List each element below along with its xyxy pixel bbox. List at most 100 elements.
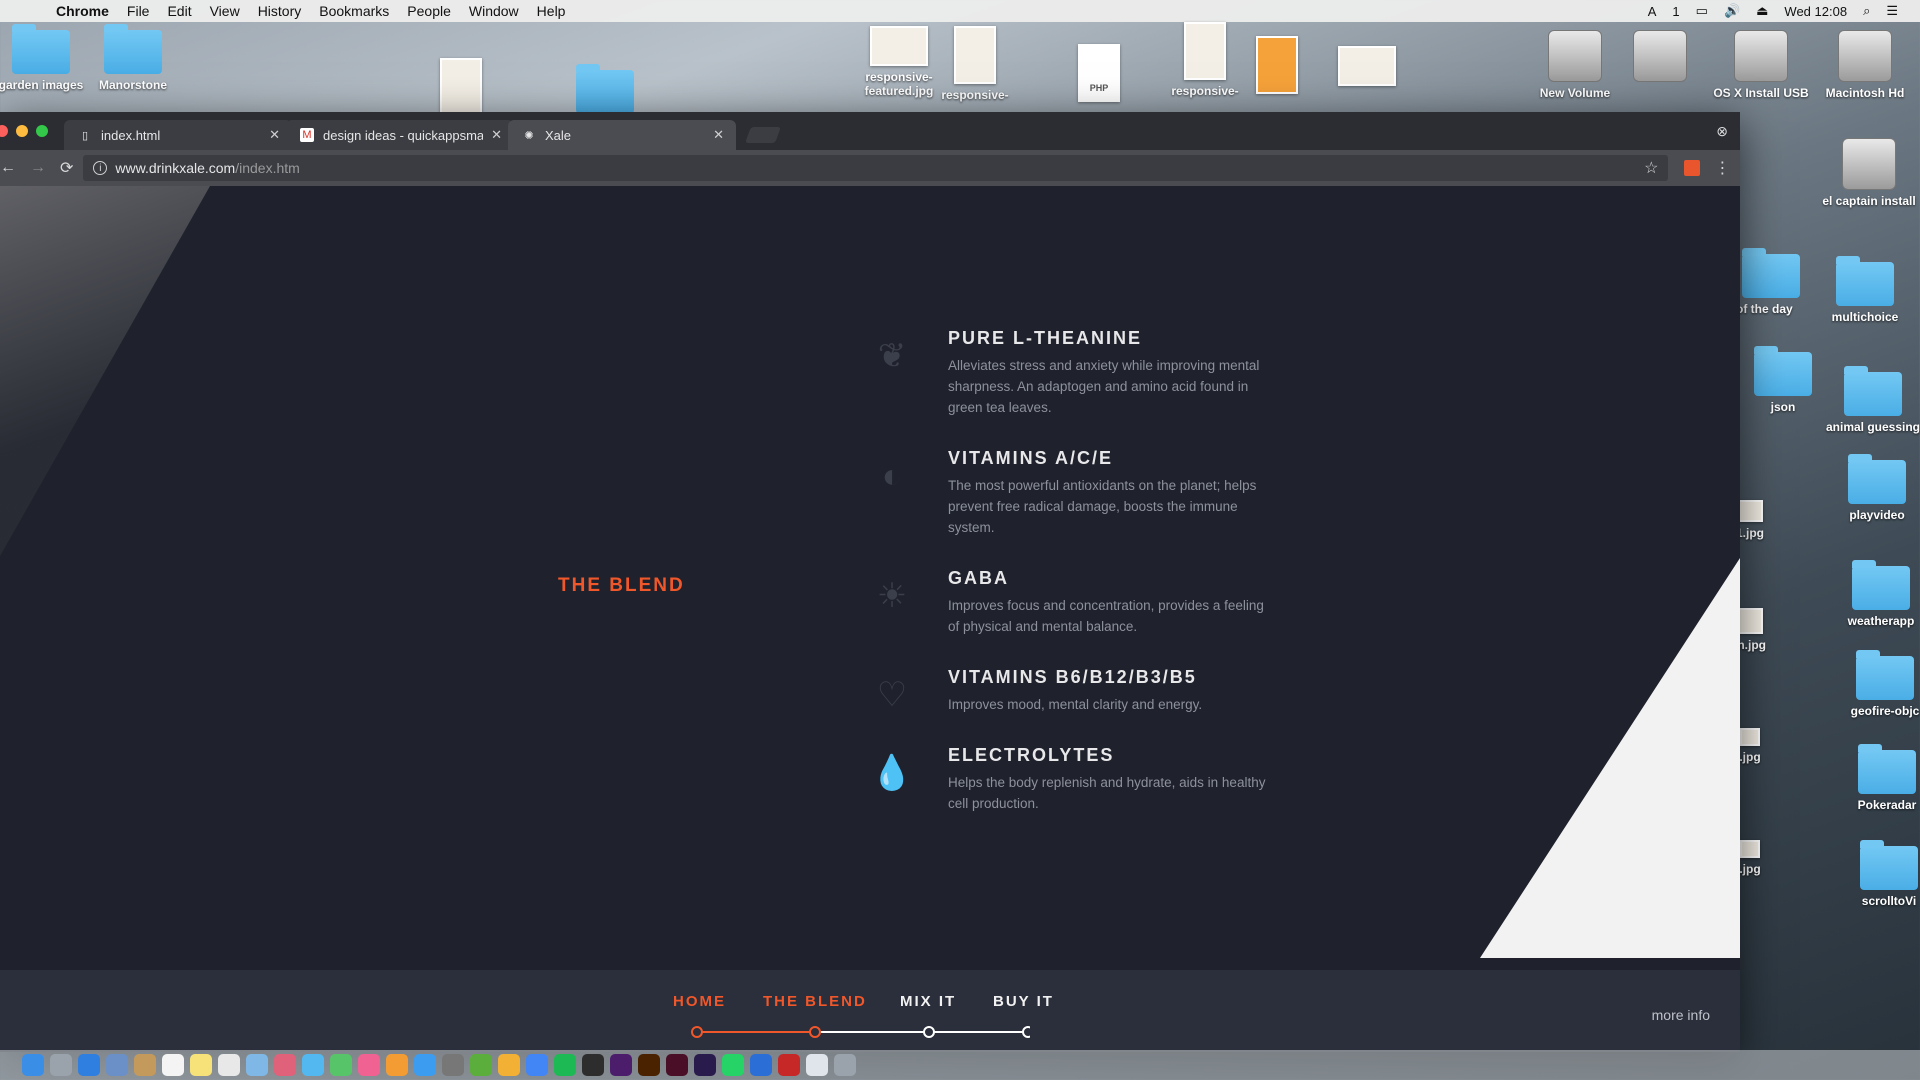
address-bar[interactable]: i www.drinkxale.com /index.htm ☆	[83, 155, 1669, 181]
desktop-drive[interactable]: el captain install	[1814, 138, 1920, 208]
launchpad-icon[interactable]	[50, 1054, 72, 1076]
whatsapp-icon[interactable]	[722, 1054, 744, 1076]
desktop-item-label: Macintosh Hd	[1825, 86, 1905, 100]
desktop-file[interactable]	[1312, 46, 1422, 90]
utorrent-icon[interactable]	[470, 1054, 492, 1076]
bookmark-star-icon[interactable]: ☆	[1644, 158, 1658, 178]
nav-mix-it[interactable]: MIX IT	[900, 993, 956, 1010]
menu-edit[interactable]: Edit	[167, 3, 191, 19]
incognito-icon[interactable]: ⊗	[1716, 123, 1728, 140]
desktop-folder[interactable]: multichoice	[1810, 256, 1920, 324]
tab-close-icon[interactable]: ✕	[491, 127, 502, 143]
menu-help[interactable]: Help	[537, 3, 566, 19]
menu-file[interactable]: File	[127, 3, 150, 19]
itunes-icon[interactable]	[358, 1054, 380, 1076]
notification-center-icon[interactable]: ☰	[1886, 3, 1898, 19]
maps-icon[interactable]	[246, 1054, 268, 1076]
desktop-item-label: garden images	[0, 78, 84, 92]
adobe-icon[interactable]: A	[1648, 4, 1657, 19]
menubar-status-area: A 1 ▭ 🔊 ⏏ Wed 12:08 ⌕ ☰	[1648, 3, 1898, 19]
menu-bookmarks[interactable]: Bookmarks	[319, 3, 389, 19]
chrome-icon[interactable]	[526, 1054, 548, 1076]
extension-icon[interactable]	[1684, 160, 1701, 176]
desktop-folder[interactable]	[550, 64, 660, 118]
hard-drive-icon	[1633, 30, 1687, 82]
trash-icon[interactable]	[834, 1054, 856, 1076]
desktop-item-label: OS X Install USB	[1713, 86, 1809, 100]
tab-close-icon[interactable]: ✕	[269, 127, 280, 143]
desktop-folder[interactable]: scrolltoVi	[1834, 840, 1920, 908]
minimize-window-button[interactable]	[16, 125, 28, 137]
menu-app-name[interactable]: Chrome	[56, 3, 109, 19]
app-store-icon[interactable]	[414, 1054, 436, 1076]
info-icon[interactable]: i	[93, 161, 108, 175]
illustrator-icon[interactable]	[638, 1054, 660, 1076]
forward-icon[interactable]: →	[30, 159, 46, 177]
desktop-folder[interactable]: geofire-objc	[1830, 650, 1920, 718]
clock[interactable]: Wed 12:08	[1784, 4, 1847, 19]
desktop-drive[interactable]: OS X Install USB	[1706, 30, 1816, 100]
desktop-drive[interactable]: Macintosh Hd	[1810, 30, 1920, 100]
airplay-icon[interactable]: ▭	[1696, 3, 1708, 19]
desktop-drive[interactable]	[1605, 30, 1715, 86]
reload-icon[interactable]: ⟳	[60, 158, 73, 178]
photos-icon[interactable]	[274, 1054, 296, 1076]
volume-icon[interactable]: 🔊	[1724, 3, 1740, 19]
nav-home[interactable]: HOME	[673, 993, 726, 1010]
spotify-icon[interactable]	[554, 1054, 576, 1076]
menu-history[interactable]: History	[258, 3, 302, 19]
eject-icon[interactable]: ⏏	[1756, 3, 1768, 19]
messages-icon[interactable]	[302, 1054, 324, 1076]
system-preferences-icon[interactable]	[442, 1054, 464, 1076]
tab-index-html[interactable]: ▯ index.html ✕	[64, 120, 292, 150]
tab-xale[interactable]: ✺ Xale ✕	[508, 120, 736, 150]
menu-kebab-icon[interactable]: ⋮	[1714, 158, 1730, 178]
indesign-icon[interactable]	[666, 1054, 688, 1076]
desktop-folder[interactable]: Pokeradar	[1832, 744, 1920, 812]
zoom-window-button[interactable]	[36, 125, 48, 137]
vscode-icon[interactable]	[750, 1054, 772, 1076]
premiere-icon[interactable]	[610, 1054, 632, 1076]
progress-dot-buy-it[interactable]	[1022, 1026, 1030, 1038]
back-icon[interactable]: ←	[0, 159, 16, 177]
contacts-icon[interactable]	[134, 1054, 156, 1076]
feature-item: ◐ VITAMINS A/C/E The most powerful antio…	[864, 448, 1384, 538]
close-window-button[interactable]	[0, 125, 8, 137]
mail-icon[interactable]	[106, 1054, 128, 1076]
nav-the-blend[interactable]: THE BLEND	[763, 993, 867, 1010]
desktop-file[interactable]: responsive-	[920, 26, 1030, 102]
menu-people[interactable]: People	[407, 3, 451, 19]
spotlight-icon[interactable]: ⌕	[1863, 3, 1870, 19]
desktop-folder[interactable]: animal guessing	[1818, 366, 1920, 434]
safari-icon[interactable]	[78, 1054, 100, 1076]
desktop-item-label: el captain install	[1822, 194, 1916, 208]
more-info-link[interactable]: more info	[1652, 1007, 1710, 1023]
nav-buy-it[interactable]: BUY IT	[993, 993, 1054, 1010]
progress-dot-mix-it[interactable]	[923, 1026, 935, 1038]
photoshop-icon[interactable]	[582, 1054, 604, 1076]
desktop-folder[interactable]: Manorstone	[78, 24, 188, 92]
section-nav-bar: HOME THE BLEND MIX IT BUY IT more info	[0, 970, 1740, 1052]
calendar-icon[interactable]	[162, 1054, 184, 1076]
progress-dot-the-blend[interactable]	[809, 1026, 821, 1038]
desktop-thumbnail[interactable]	[406, 58, 516, 120]
filezilla-icon[interactable]	[778, 1054, 800, 1076]
desktop-folder[interactable]: playvideo	[1822, 454, 1920, 522]
gmail-icon: M	[300, 128, 314, 142]
progress-dot-home[interactable]	[691, 1026, 703, 1038]
reminders-icon[interactable]	[218, 1054, 240, 1076]
notes-icon[interactable]	[190, 1054, 212, 1076]
facetime-icon[interactable]	[330, 1054, 352, 1076]
document-stack-icon[interactable]	[806, 1054, 828, 1076]
menu-window[interactable]: Window	[469, 3, 519, 19]
menu-view[interactable]: View	[210, 3, 240, 19]
desktop-folder[interactable]: weatherapp	[1826, 560, 1920, 628]
sketch-icon[interactable]	[498, 1054, 520, 1076]
finder-icon[interactable]	[22, 1054, 44, 1076]
desktop-file[interactable]: PHP	[1044, 44, 1154, 120]
tab-design-ideas[interactable]: M design ideas - quickappsmark ✕	[286, 120, 514, 150]
new-tab-button[interactable]	[745, 127, 781, 143]
tab-close-icon[interactable]: ✕	[713, 127, 724, 143]
after-effects-icon[interactable]	[694, 1054, 716, 1076]
ibooks-icon[interactable]	[386, 1054, 408, 1076]
